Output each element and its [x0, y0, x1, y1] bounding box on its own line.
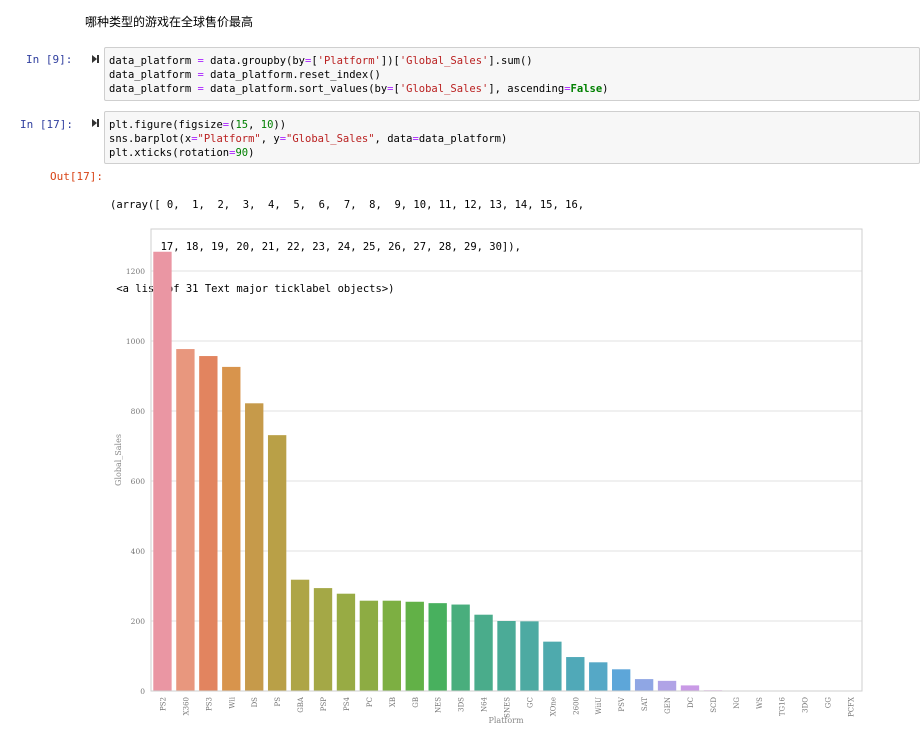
- bar-gen: [657, 680, 677, 691]
- x-tick-label: PCFX: [848, 697, 856, 717]
- y-tick-label: 200: [131, 617, 146, 626]
- bar-xone: [543, 641, 562, 691]
- x-tick-label: Wii: [228, 696, 236, 708]
- y-tick-label: 600: [131, 477, 146, 486]
- bar-3ds: [451, 604, 470, 691]
- bar-n64: [474, 614, 493, 691]
- x-tick-label: GEN: [664, 697, 672, 714]
- bars: [153, 251, 860, 691]
- x-tick-label: PC: [366, 697, 374, 707]
- x-tick-label: GBA: [297, 696, 305, 713]
- x-tick-label: N64: [481, 696, 489, 712]
- y-tick-label: 1200: [126, 267, 145, 276]
- bar-gba: [290, 579, 310, 691]
- y-tick-label: 800: [131, 407, 146, 416]
- x-tick-label: NES: [435, 697, 443, 713]
- x-tick-label: PS3: [205, 697, 213, 711]
- x-tick-label: NG: [733, 697, 741, 709]
- x-tick-labels: PS2 X360 PS3 Wii DS PS GBA PSP PS4 PC XB GB NES 3DS N6…: [159, 696, 855, 718]
- bar-snes: [497, 621, 516, 691]
- x-tick-label: SAT: [641, 697, 649, 711]
- y-axis-label: Global_Sales: [114, 434, 123, 486]
- x-tick-label: GC: [526, 697, 534, 708]
- bar-gb: [405, 601, 424, 691]
- y-tick-label: 400: [131, 547, 146, 556]
- bar-dc: [680, 685, 700, 691]
- bar-wiiu: [589, 662, 608, 691]
- x-tick-label: XOne: [549, 697, 557, 716]
- bar-psp: [313, 588, 333, 691]
- bar-ds: [245, 403, 264, 691]
- x-tick-label: PS: [274, 697, 282, 707]
- bar-pc: [359, 600, 379, 691]
- bar-xb: [382, 600, 401, 691]
- y-tick-label: 0: [140, 687, 145, 696]
- bar-nes: [428, 603, 447, 691]
- bar-sat: [634, 679, 654, 691]
- x-tick-label: X360: [182, 697, 190, 715]
- bar-chart: 0 200 400 600 800 1000 1200 PS2 X360 PS3 Wii DS PS G…: [114, 228, 863, 725]
- x-tick-label: PS4: [343, 696, 351, 711]
- x-tick-label: SNES: [504, 697, 512, 718]
- x-tick-label: GB: [412, 697, 420, 708]
- y-tick-labels: 0 200 400 600 800 1000 1200: [126, 267, 145, 696]
- x-axis-label: Platform: [488, 716, 524, 725]
- x-tick-label: DC: [687, 697, 695, 708]
- x-tick-label: XB: [389, 697, 397, 707]
- bar-psv: [612, 669, 631, 691]
- bar-wii: [222, 366, 241, 691]
- x-tick-label: PSV: [618, 696, 626, 712]
- x-tick-label: PSP: [320, 697, 328, 712]
- x-tick-label: SCD: [710, 697, 718, 713]
- bar-ps3: [199, 356, 218, 691]
- bar-x360: [176, 349, 195, 691]
- x-tick-label: 3DS: [458, 697, 466, 712]
- x-tick-label: WiiU: [595, 697, 603, 715]
- bar-2600: [566, 657, 585, 691]
- bar-ps: [267, 435, 287, 691]
- x-tick-label: GG: [825, 697, 833, 709]
- y-tick-label: 1000: [126, 337, 145, 346]
- x-tick-label: WS: [756, 697, 764, 709]
- x-tick-label: PS2: [159, 697, 167, 711]
- bar-ps2: [153, 251, 172, 691]
- x-tick-label: 3DO: [802, 697, 810, 713]
- x-tick-label: 2600: [572, 697, 580, 715]
- bar-ps4: [336, 593, 356, 691]
- bar-gc: [520, 621, 539, 691]
- x-tick-label: TG16: [779, 696, 787, 716]
- x-tick-label: DS: [251, 697, 259, 708]
